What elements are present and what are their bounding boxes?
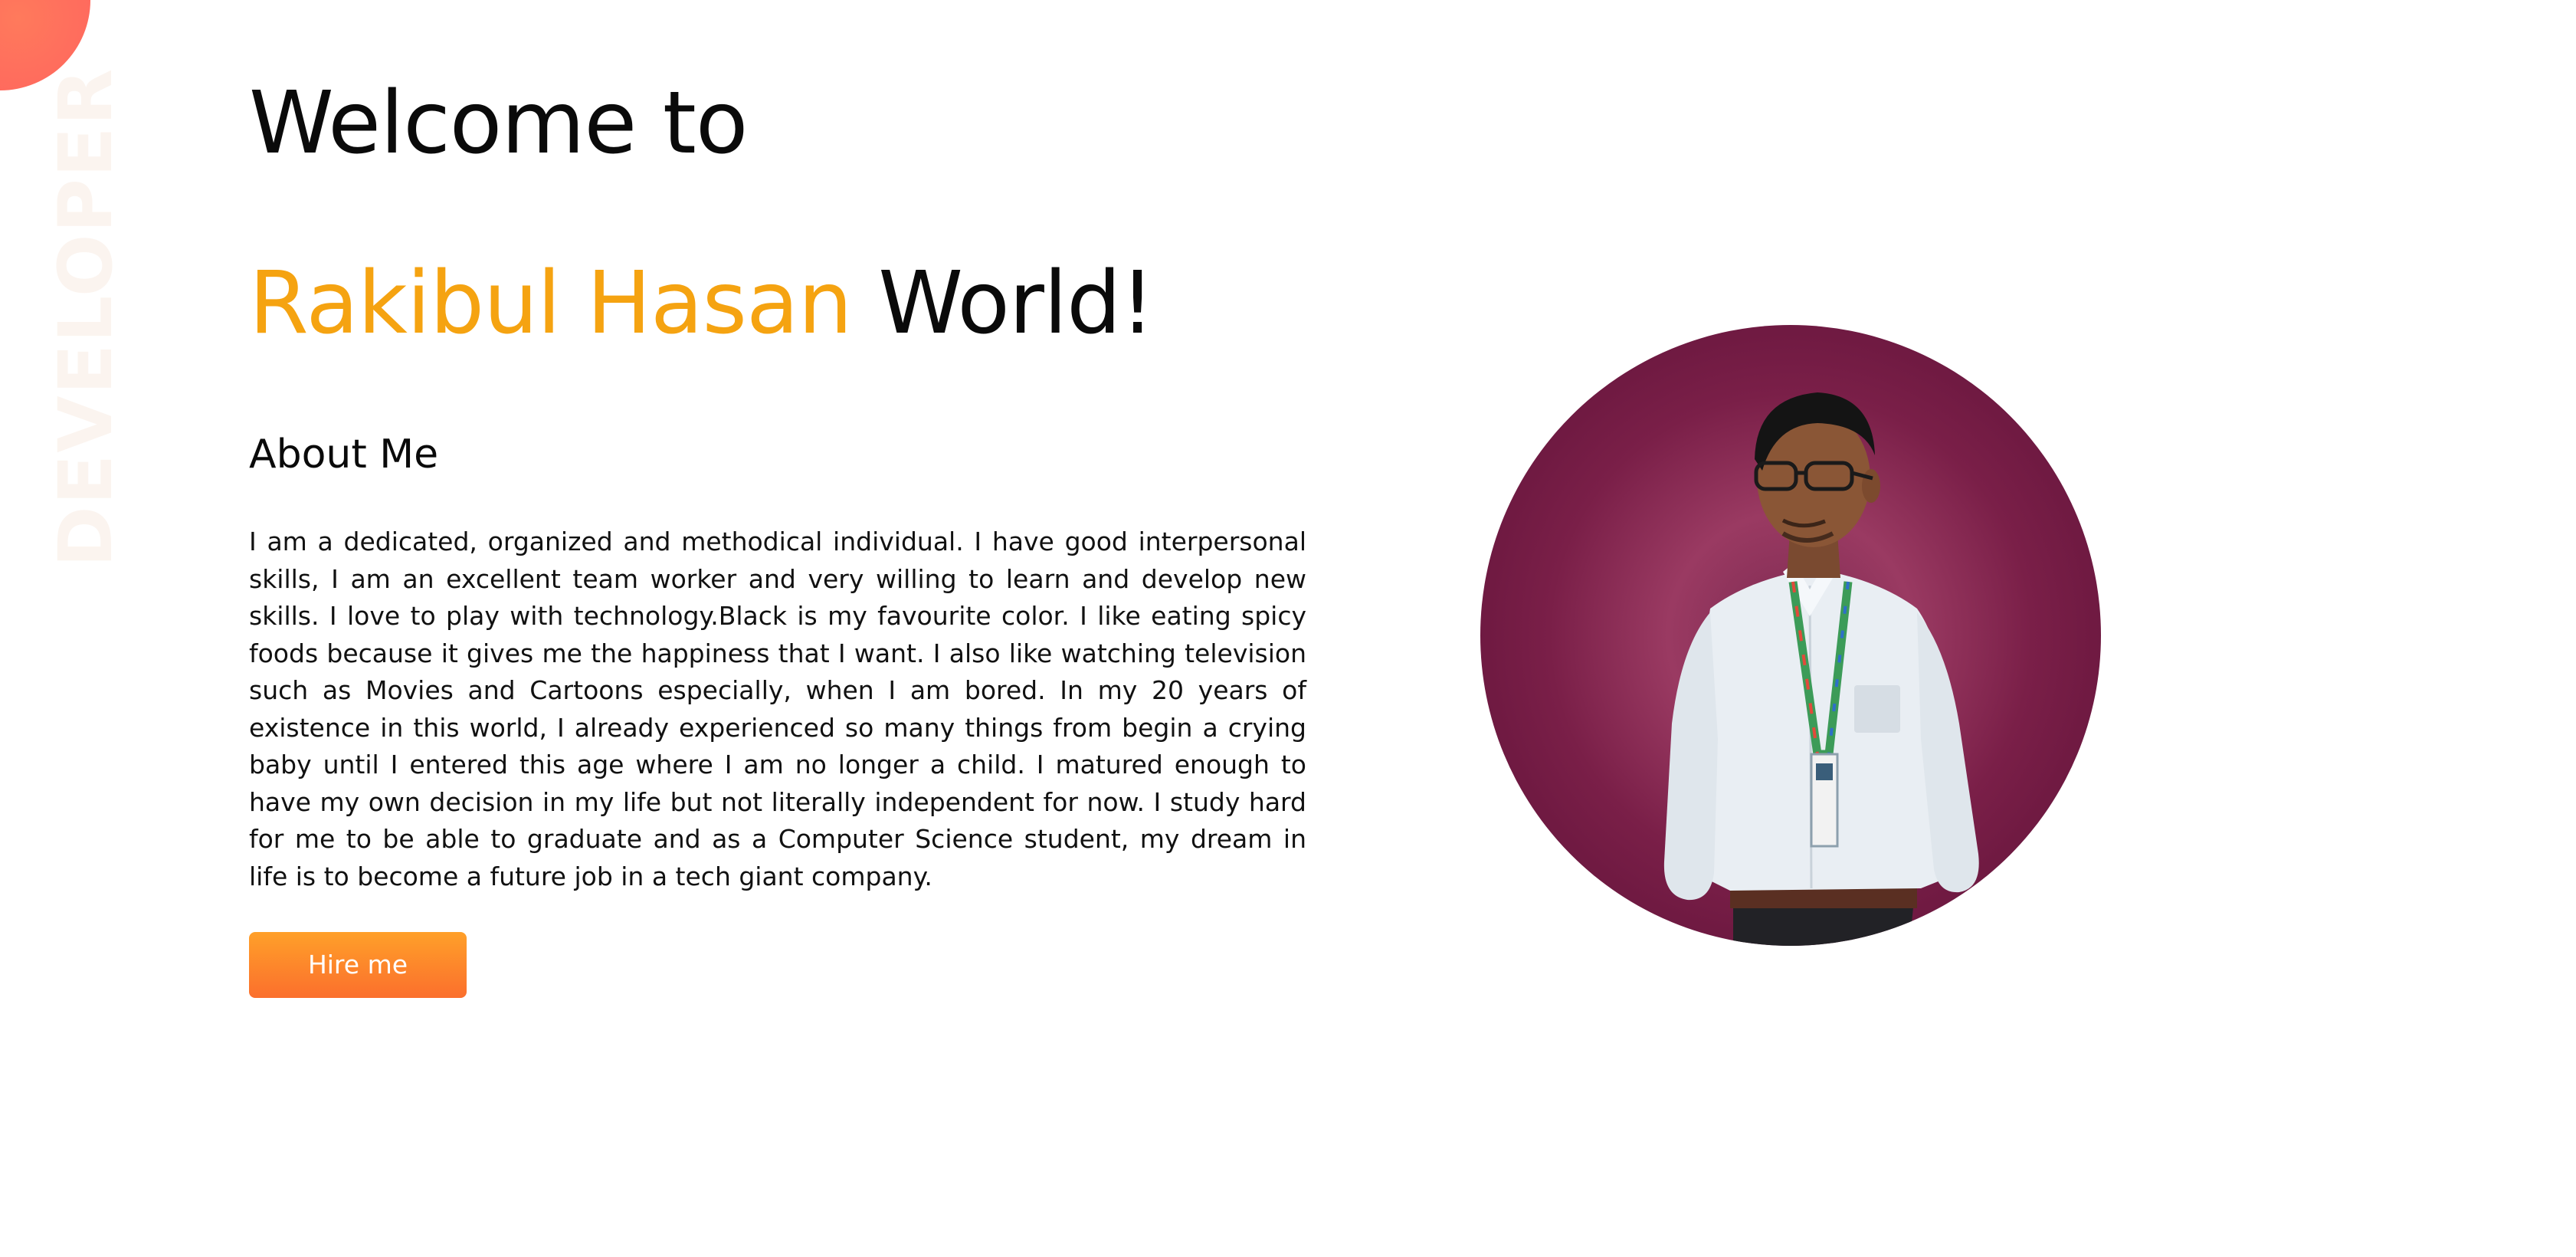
side-vertical-text: DEVELOPER xyxy=(43,67,129,567)
about-paragraph: I am a dedicated, organized and methodic… xyxy=(249,527,1306,891)
world-text: World! xyxy=(878,254,1155,353)
profile-photo xyxy=(1480,325,2101,946)
name-heading: Rakibul Hasan World! xyxy=(249,254,1306,353)
about-title: About Me xyxy=(249,432,439,478)
hire-me-button[interactable]: Hire me xyxy=(249,932,467,998)
name-highlight: Rakibul Hasan xyxy=(249,254,853,353)
hero-section: Welcome to Rakibul Hasan World! About Me… xyxy=(249,74,1306,998)
person-illustration xyxy=(1663,392,1979,946)
welcome-heading: Welcome to xyxy=(249,74,748,173)
